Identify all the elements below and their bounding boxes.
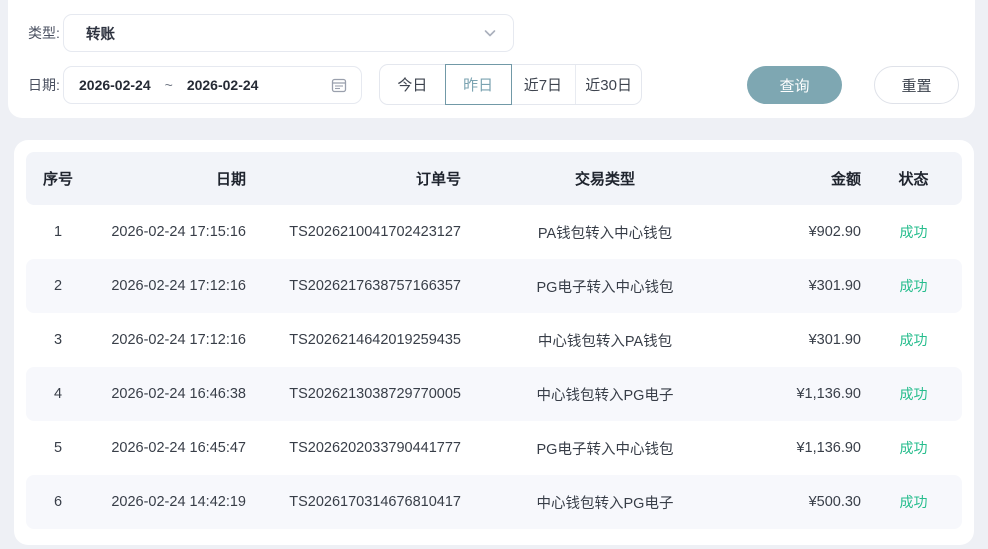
date-end-value: 2026-02-24 <box>186 77 259 93</box>
cell-transaction-type: PG电子转入中心钱包 <box>536 279 674 296</box>
cell-status: 成功 <box>899 440 928 456</box>
query-button[interactable]: 查询 <box>747 66 842 104</box>
cell-status: 成功 <box>899 332 928 348</box>
cell-date: 2026-02-24 17:12:16 <box>111 278 246 294</box>
cell-transaction-type: 中心钱包转入PA钱包 <box>537 333 673 350</box>
cell-date: 2026-02-24 14:42:19 <box>111 494 246 510</box>
cell-amount: ¥1,136.90 <box>796 386 861 402</box>
cell-amount: ¥902.90 <box>808 224 861 240</box>
chevron-down-icon <box>483 26 497 40</box>
quick-range-today[interactable]: 今日 <box>380 65 446 104</box>
cell-date: 2026-02-24 16:46:38 <box>111 386 246 402</box>
cell-date: 2026-02-24 17:15:16 <box>111 224 246 240</box>
quick-range-7days[interactable]: 近7日 <box>511 65 577 104</box>
cell-status: 成功 <box>899 386 928 402</box>
quick-range-yesterday[interactable]: 昨日 <box>444 64 512 105</box>
cell-transaction-type: 中心钱包转入PG电子 <box>536 387 674 404</box>
column-header-date: 日期 <box>215 171 246 188</box>
column-header-status: 状态 <box>898 171 929 188</box>
cell-order-no: TS2026213038729770005 <box>289 386 461 402</box>
column-header-amount: 金额 <box>830 171 861 188</box>
reset-button[interactable]: 重置 <box>874 66 959 104</box>
column-header-type: 交易类型 <box>574 171 635 188</box>
cell-date: 2026-02-24 17:12:16 <box>111 332 246 348</box>
type-select-value: 转账 <box>86 26 115 43</box>
cell-index: 5 <box>53 440 63 456</box>
cell-amount: ¥301.90 <box>808 332 861 348</box>
transactions-table: 序号 日期 订单号 交易类型 金额 状态 1 2026-02-24 17:15:… <box>14 140 974 545</box>
cell-index: 2 <box>53 278 63 294</box>
cell-order-no: TS2026202033790441777 <box>289 440 461 456</box>
cell-amount: ¥500.30 <box>808 494 861 510</box>
date-start-value: 2026-02-24 <box>79 77 151 93</box>
table-header-row: 序号 日期 订单号 交易类型 金额 状态 <box>26 152 962 205</box>
date-range-separator: ~ <box>164 77 173 93</box>
cell-order-no: TS2026210041702423127 <box>289 224 461 240</box>
cell-index: 3 <box>53 332 63 348</box>
cell-amount: ¥1,136.90 <box>796 440 861 456</box>
cell-order-no: TS2026170314676810417 <box>289 494 461 510</box>
table-body: 1 2026-02-24 17:15:16 TS2026210041702423… <box>26 205 962 529</box>
filter-panel: 类型: 转账 日期: 2026-02-24 ~ 2026-02-24 今日 昨日… <box>8 0 975 118</box>
table-row: 5 2026-02-24 16:45:47 TS2026202033790441… <box>26 421 962 475</box>
quick-range-30days[interactable]: 近30日 <box>576 65 641 104</box>
calendar-icon <box>331 77 347 93</box>
type-label: 类型: <box>28 25 60 41</box>
cell-transaction-type: PA钱包转入中心钱包 <box>537 225 673 242</box>
table-row: 4 2026-02-24 16:46:38 TS2026213038729770… <box>26 367 962 421</box>
cell-status: 成功 <box>899 278 928 294</box>
column-header-index: 序号 <box>42 171 73 188</box>
table-row: 6 2026-02-24 14:42:19 TS2026170314676810… <box>26 475 962 529</box>
quick-date-range-group: 今日 昨日 近7日 近30日 <box>379 64 642 105</box>
cell-status: 成功 <box>899 494 928 510</box>
cell-order-no: TS2026214642019259435 <box>289 332 461 348</box>
table-row: 2 2026-02-24 17:12:16 TS2026217638757166… <box>26 259 962 313</box>
type-select[interactable]: 转账 <box>63 14 514 52</box>
table-row: 1 2026-02-24 17:15:16 TS2026210041702423… <box>26 205 962 259</box>
cell-index: 6 <box>53 494 63 510</box>
column-header-order: 订单号 <box>415 171 461 188</box>
cell-amount: ¥301.90 <box>808 278 861 294</box>
cell-index: 4 <box>53 386 63 402</box>
cell-order-no: TS2026217638757166357 <box>289 278 461 294</box>
cell-status: 成功 <box>899 224 928 240</box>
cell-index: 1 <box>53 224 63 240</box>
cell-transaction-type: PG电子转入中心钱包 <box>536 441 674 458</box>
cell-date: 2026-02-24 16:45:47 <box>111 440 246 456</box>
date-range-picker[interactable]: 2026-02-24 ~ 2026-02-24 <box>63 66 362 104</box>
date-label: 日期: <box>28 77 60 93</box>
table-row: 3 2026-02-24 17:12:16 TS2026214642019259… <box>26 313 962 367</box>
cell-transaction-type: 中心钱包转入PG电子 <box>536 495 674 512</box>
